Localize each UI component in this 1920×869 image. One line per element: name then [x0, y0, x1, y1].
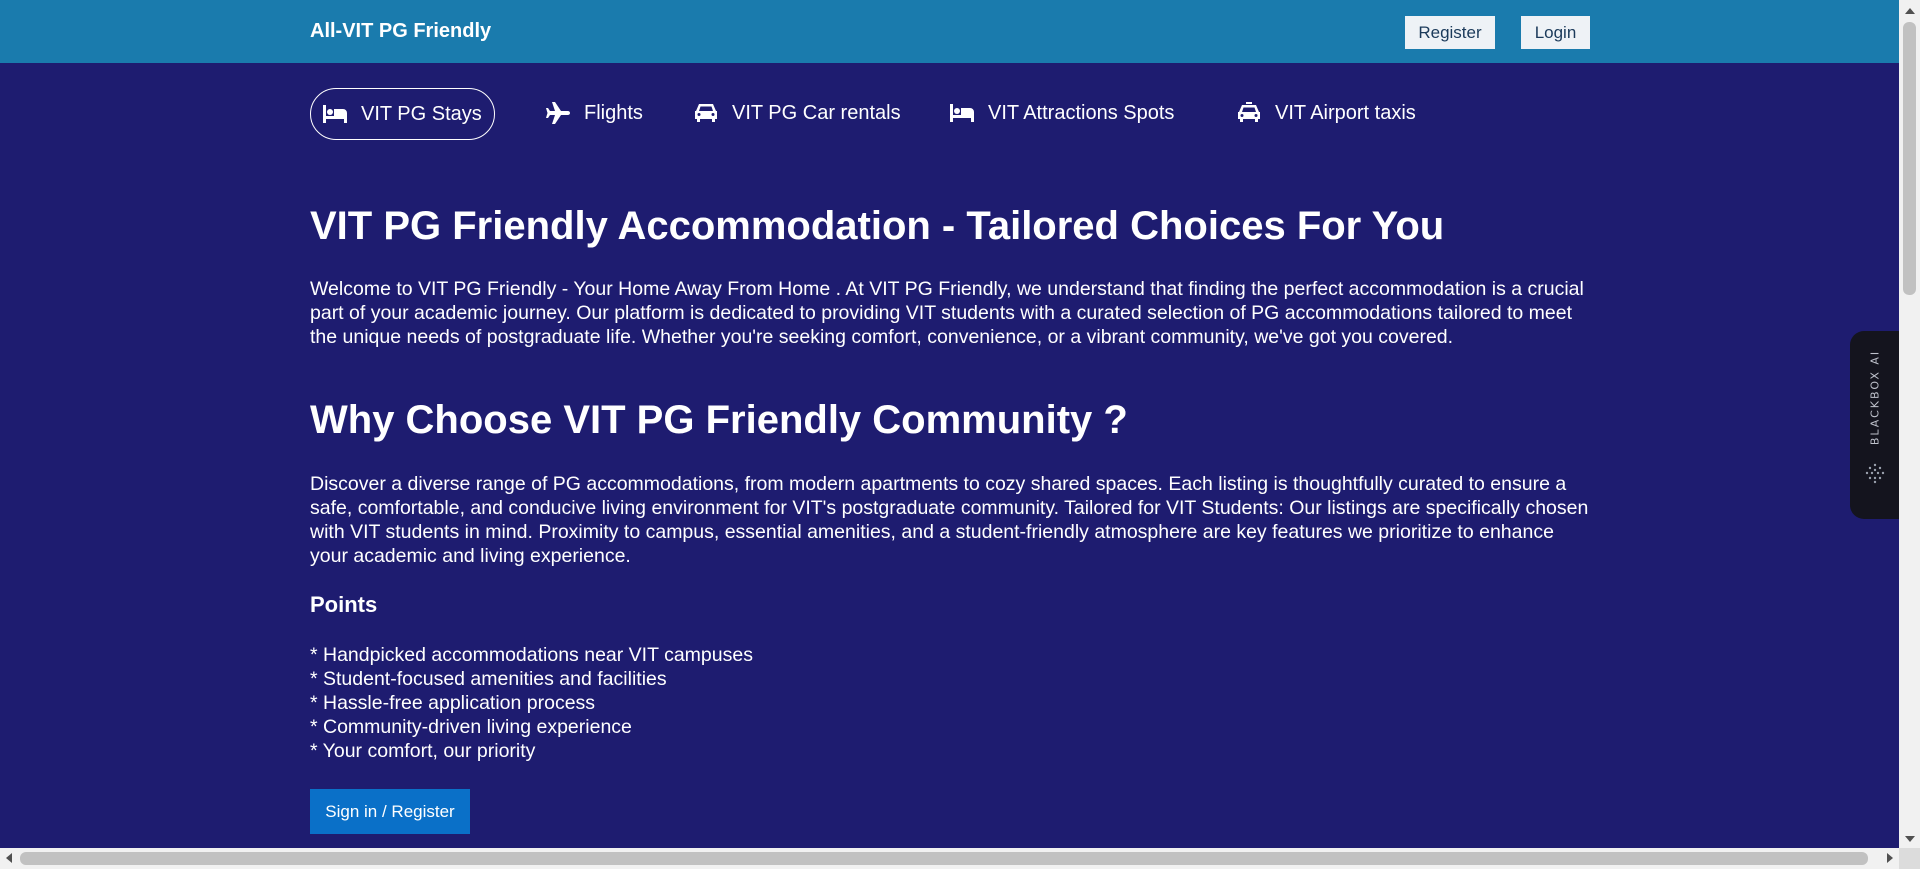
bed-icon — [950, 104, 974, 122]
list-item: * Your comfort, our priority — [310, 740, 536, 762]
bed-icon — [323, 105, 347, 123]
register-button[interactable]: Register — [1405, 16, 1495, 49]
blackbox-logo-icon — [1865, 463, 1885, 484]
list-item: * Student-focused amenities and faciliti… — [310, 668, 667, 690]
scroll-left-arrow-icon[interactable] — [6, 853, 12, 863]
intro-paragraph: Welcome to VIT PG Friendly - Your Home A… — [310, 278, 1584, 348]
points-list: * Handpicked accommodations near VIT cam… — [310, 643, 753, 763]
scroll-right-arrow-icon[interactable] — [1887, 853, 1893, 863]
widget-label: BLACKBOX AI — [1868, 349, 1881, 446]
page-title: VIT PG Friendly Accommodation - Tailored… — [310, 204, 1445, 248]
list-item: * Hassle-free application process — [310, 692, 596, 714]
plane-icon — [546, 102, 570, 124]
login-button[interactable]: Login — [1521, 16, 1590, 49]
list-item: * Handpicked accommodations near VIT cam… — [310, 644, 753, 666]
scroll-down-arrow-icon[interactable] — [1905, 836, 1915, 842]
scroll-up-arrow-icon[interactable] — [1905, 8, 1915, 14]
nav-label: Flights — [584, 101, 643, 124]
nav-label: VIT PG Car rentals — [732, 101, 901, 124]
nav-label: VIT Airport taxis — [1275, 101, 1416, 124]
sign-in-register-button[interactable]: Sign in / Register — [310, 789, 470, 834]
horizontal-scrollbar[interactable] — [0, 848, 1899, 869]
blackbox-ai-widget[interactable]: BLACKBOX AI — [1850, 331, 1899, 519]
nav-item-car-rentals[interactable]: VIT PG Car rentals — [694, 88, 901, 138]
horizontal-scroll-thumb[interactable] — [20, 852, 1868, 865]
car-icon — [695, 104, 717, 122]
list-item: * Community-driven living experience — [310, 716, 632, 738]
nav-item-airport-taxis[interactable]: VIT Airport taxis — [1237, 88, 1416, 138]
nav-label: VIT PG Stays — [361, 102, 482, 125]
vertical-scroll-thumb[interactable] — [1903, 22, 1916, 295]
nav-item-flights[interactable]: Flights — [546, 88, 643, 138]
scrollbar-corner — [1899, 848, 1920, 869]
points-heading: Points — [310, 592, 378, 617]
why-choose-heading: Why Choose VIT PG Friendly Community ? — [310, 398, 1128, 442]
top-header: All-VIT PG Friendly Register Login — [0, 0, 1899, 63]
brand-title[interactable]: All-VIT PG Friendly — [310, 20, 491, 43]
nav-item-pg-stays[interactable]: VIT PG Stays — [310, 88, 495, 140]
vertical-scrollbar[interactable] — [1899, 0, 1920, 848]
nav-item-attractions[interactable]: VIT Attractions Spots — [950, 88, 1174, 138]
taxi-icon — [1238, 102, 1260, 122]
nav-label: VIT Attractions Spots — [988, 101, 1175, 124]
why-choose-paragraph: Discover a diverse range of PG accommoda… — [310, 473, 1589, 567]
